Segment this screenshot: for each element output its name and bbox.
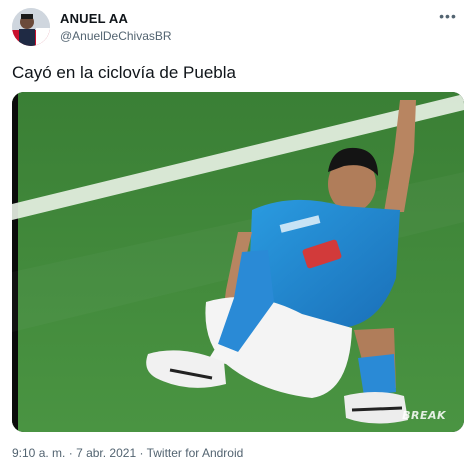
author-name[interactable]: ANUEL AA xyxy=(60,11,128,26)
author-handle[interactable]: @AnuelDeChivasBR xyxy=(60,29,172,43)
meta-separator-1: · xyxy=(68,446,73,460)
soccer-player-image xyxy=(12,92,464,432)
tweet-card: ANUEL AA @AnuelDeChivasBR ••• Cayó en la… xyxy=(0,0,474,470)
tweet-media[interactable]: BREAK xyxy=(12,92,464,432)
more-options-icon[interactable]: ••• xyxy=(436,7,460,25)
tweet-time[interactable]: 9:10 a. m. xyxy=(12,446,65,460)
tweet-date[interactable]: 7 abr. 2021 xyxy=(76,446,136,460)
meta-separator-2: · xyxy=(139,446,144,460)
media-watermark: BREAK xyxy=(402,409,446,422)
avatar[interactable] xyxy=(12,8,50,46)
tweet-source[interactable]: Twitter for Android xyxy=(147,446,244,460)
tweet-text: Cayó en la ciclovía de Puebla xyxy=(12,63,236,82)
profile-photo-icon xyxy=(12,8,50,46)
tweet-metadata: 9:10 a. m. · 7 abr. 2021 · Twitter for A… xyxy=(12,446,243,460)
